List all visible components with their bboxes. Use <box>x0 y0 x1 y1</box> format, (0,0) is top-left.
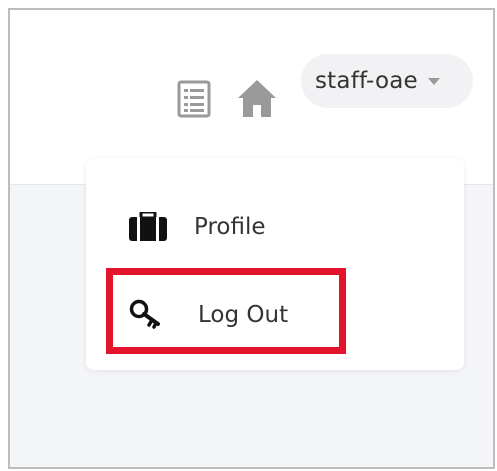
caret-down-icon <box>427 77 440 85</box>
menu-item-label: Profile <box>194 214 266 240</box>
menu-item-profile[interactable]: Profile <box>128 203 348 251</box>
dropdown-arrow <box>412 142 444 158</box>
home-icon[interactable] <box>236 77 278 119</box>
briefcase-icon <box>128 210 168 242</box>
menu-item-label: Log Out <box>198 302 289 328</box>
key-icon <box>128 298 162 332</box>
list-icon[interactable] <box>177 80 211 118</box>
user-menu-toggle[interactable]: staff-oae <box>301 54 473 108</box>
menu-item-logout[interactable]: Log Out <box>128 290 328 340</box>
username-label: staff-oae <box>315 68 418 94</box>
